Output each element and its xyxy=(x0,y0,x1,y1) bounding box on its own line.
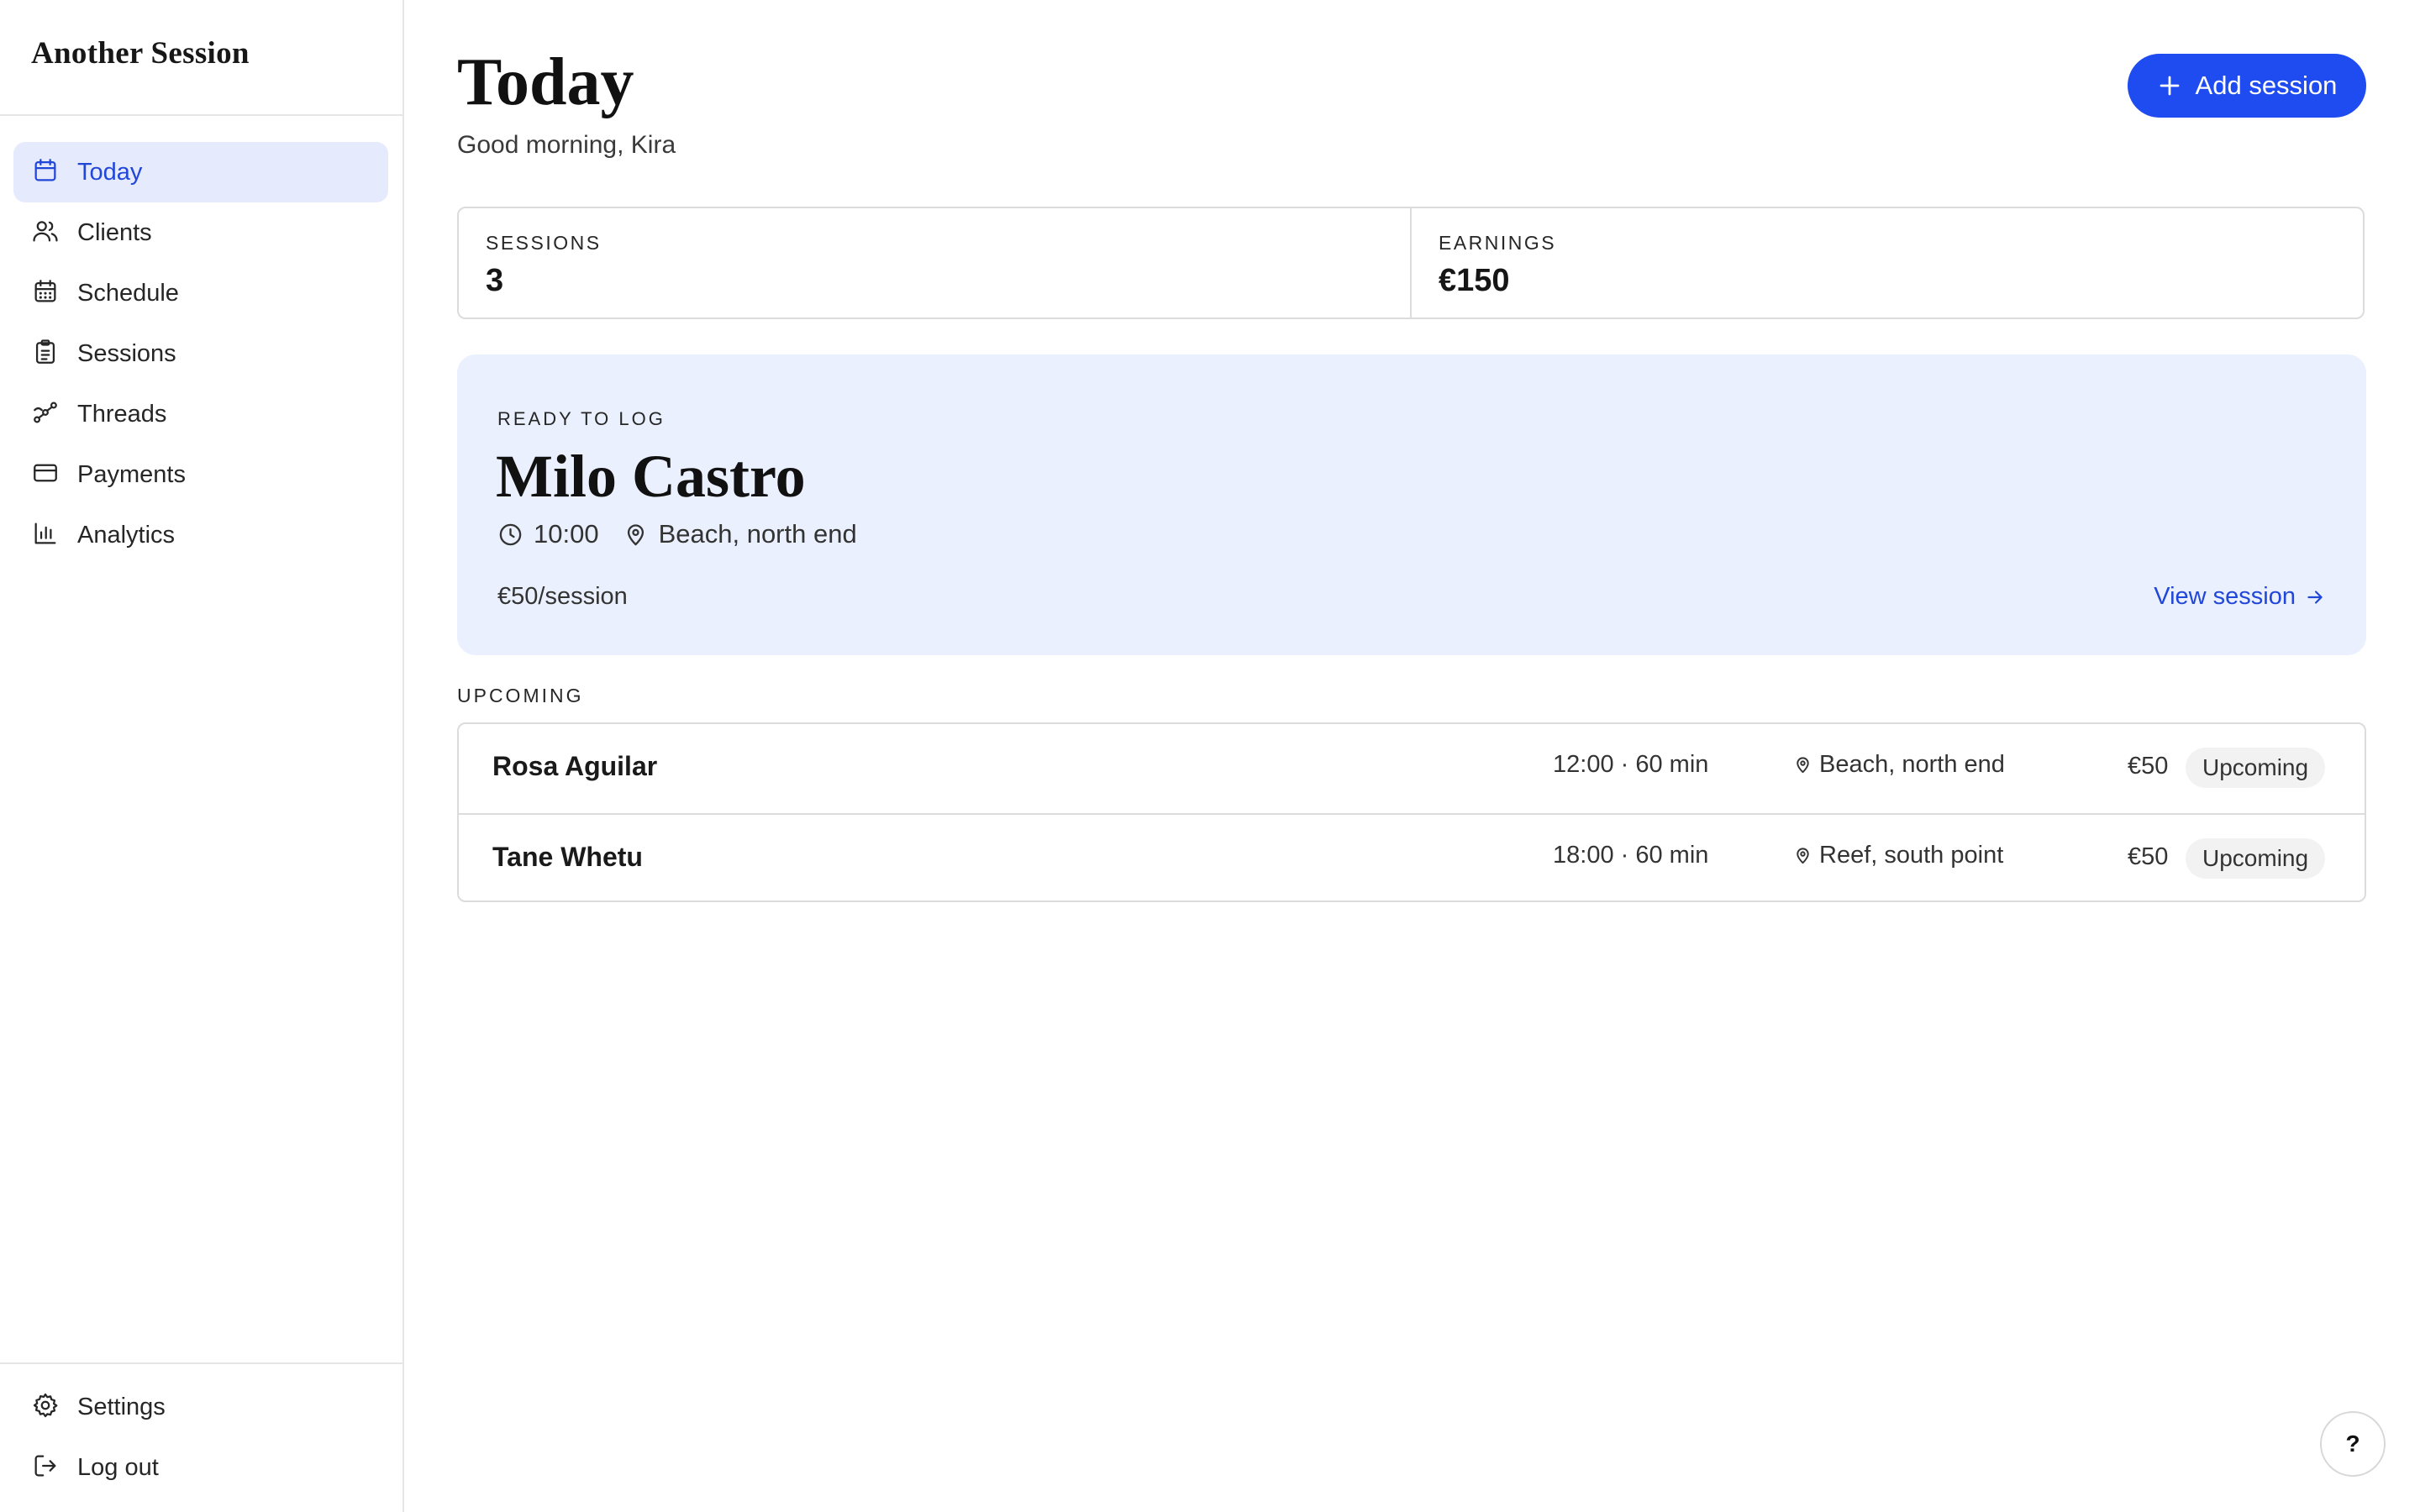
clipboard-icon xyxy=(31,338,60,370)
calendar-icon xyxy=(31,156,60,189)
greeting-text: Good morning, Kira xyxy=(457,131,676,159)
arrow-right-icon xyxy=(2296,586,2326,608)
calendar-grid-icon xyxy=(31,277,60,310)
client-name: Milo Castro xyxy=(496,443,806,510)
list-item[interactable]: Rosa Aguilar 12:00 · 60 min Beach, north… xyxy=(459,724,2365,813)
sidebar-bottom-nav: Settings Log out xyxy=(13,1377,388,1498)
session-time: 12:00 · 60 min xyxy=(1553,751,1709,778)
credit-card-icon xyxy=(31,459,60,491)
session-price: €50 xyxy=(2128,753,2169,780)
sidebar-divider xyxy=(0,114,402,116)
brand-logo[interactable]: Another Session xyxy=(31,35,250,71)
logout-icon xyxy=(31,1452,60,1484)
upcoming-list: Rosa Aguilar 12:00 · 60 min Beach, north… xyxy=(457,722,2366,902)
map-pin-icon xyxy=(623,522,649,548)
route-icon xyxy=(31,398,60,431)
view-session-label: View session xyxy=(2154,583,2296,610)
stats-panel: SESSIONS 3 EARNINGS €150 xyxy=(457,207,2365,319)
stat-value: €150 xyxy=(1439,263,1510,298)
session-location: Beach, north end xyxy=(658,519,857,549)
clock-icon xyxy=(497,522,523,548)
help-button[interactable]: ? xyxy=(2320,1411,2386,1477)
sidebar-item-sessions[interactable]: Sessions xyxy=(13,323,388,384)
sidebar-item-label: Threads xyxy=(77,400,167,428)
client-name: Tane Whetu xyxy=(492,842,643,872)
sidebar-item-label: Analytics xyxy=(77,521,176,549)
sidebar-item-payments[interactable]: Payments xyxy=(13,444,388,505)
stat-earnings: EARNINGS €150 xyxy=(1410,208,2363,318)
client-name: Rosa Aguilar xyxy=(492,751,658,781)
plus-icon xyxy=(2157,73,2196,98)
ready-to-log-kicker: READY TO LOG xyxy=(497,408,666,429)
sidebar-item-label: Sessions xyxy=(77,339,176,367)
stat-value: 3 xyxy=(486,263,504,298)
add-session-button[interactable]: Add session xyxy=(2128,54,2366,118)
session-location: Beach, north end xyxy=(1793,751,2005,779)
sidebar-item-schedule[interactable]: Schedule xyxy=(13,263,388,323)
stat-label: SESSIONS xyxy=(486,232,602,254)
bar-chart-icon xyxy=(31,519,60,552)
map-pin-icon xyxy=(1793,846,1819,865)
sidebar-item-logout[interactable]: Log out xyxy=(13,1437,388,1498)
stat-label: EARNINGS xyxy=(1439,232,1557,254)
sidebar-item-label: Payments xyxy=(77,460,186,488)
add-session-label: Add session xyxy=(2195,71,2338,100)
session-meta: 10:00 Beach, north end xyxy=(497,519,857,549)
gear-icon xyxy=(31,1391,60,1424)
sidebar-item-label: Settings xyxy=(77,1393,166,1420)
sidebar-nav: Today Clients Schedule Sessions Threads … xyxy=(13,142,388,565)
sidebar-item-threads[interactable]: Threads xyxy=(13,384,388,444)
session-location: Reef, south point xyxy=(1793,842,2003,869)
location-label: Beach, north end xyxy=(1819,751,2005,778)
sidebar-divider xyxy=(0,1362,402,1364)
map-pin-icon xyxy=(1793,755,1819,774)
sidebar-item-today[interactable]: Today xyxy=(13,142,388,202)
sidebar-item-clients[interactable]: Clients xyxy=(13,202,388,263)
list-item[interactable]: Tane Whetu 18:00 · 60 min Reef, south po… xyxy=(459,813,2365,900)
page-title: Today xyxy=(457,45,634,119)
sidebar-item-label: Today xyxy=(77,158,143,186)
session-rate: €50/session xyxy=(497,583,628,610)
status-badge: Upcoming xyxy=(2186,748,2326,788)
sidebar-item-label: Log out xyxy=(77,1453,159,1481)
sidebar-item-analytics[interactable]: Analytics xyxy=(13,505,388,565)
upcoming-heading: UPCOMING xyxy=(457,685,584,706)
session-price: €50 xyxy=(2128,843,2169,870)
view-session-link[interactable]: View session xyxy=(2154,583,2326,611)
sidebar-item-label: Schedule xyxy=(77,279,179,307)
sidebar-item-label: Clients xyxy=(77,218,152,246)
ready-to-log-card: READY TO LOG Milo Castro 10:00 Beach, no… xyxy=(457,354,2366,655)
status-badge: Upcoming xyxy=(2186,838,2326,879)
users-icon xyxy=(31,217,60,249)
location-label: Reef, south point xyxy=(1819,842,2004,869)
sidebar-item-settings[interactable]: Settings xyxy=(13,1377,388,1437)
session-time: 18:00 · 60 min xyxy=(1553,842,1709,869)
stat-sessions: SESSIONS 3 xyxy=(459,208,1410,318)
sidebar: Another Session Today Clients Schedule S… xyxy=(0,0,404,1512)
session-time: 10:00 xyxy=(534,519,599,549)
